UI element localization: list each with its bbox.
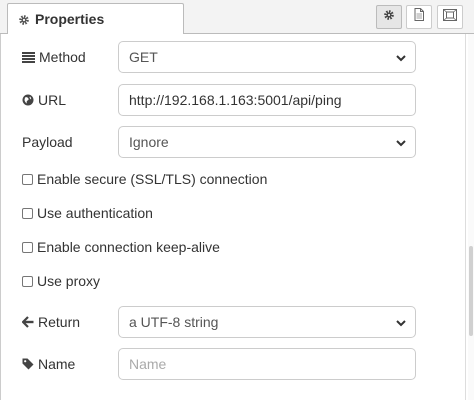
globe-icon — [22, 94, 34, 106]
chevron-down-icon — [395, 316, 407, 332]
scrollbar[interactable] — [468, 34, 474, 400]
payload-label-text: Payload — [22, 134, 73, 150]
proxy-checkbox-row[interactable]: Use proxy — [22, 273, 100, 289]
gear-icon — [383, 8, 395, 26]
tab-bar: Properties — [0, 0, 474, 34]
tab-properties-label: Properties — [35, 11, 105, 27]
document-icon — [414, 8, 424, 26]
authentication-label: Use authentication — [37, 205, 153, 221]
ssl-tls-checkbox-row[interactable]: Enable secure (SSL/TLS) connection — [22, 171, 267, 187]
name-label-text: Name — [38, 356, 76, 372]
url-label-text: URL — [38, 92, 67, 108]
method-value: GET — [129, 49, 158, 65]
ssl-tls-checkbox[interactable] — [22, 173, 33, 185]
proxy-checkbox[interactable] — [22, 275, 33, 287]
method-label-text: Method — [39, 49, 86, 65]
tag-icon — [22, 358, 34, 370]
url-label: URL — [22, 91, 66, 109]
arrow-left-icon — [22, 316, 34, 328]
return-select[interactable]: a UTF-8 string — [118, 306, 416, 338]
authentication-checkbox-row[interactable]: Use authentication — [22, 205, 153, 221]
name-label: Name — [22, 355, 75, 373]
keep-alive-label: Enable connection keep-alive — [37, 239, 220, 255]
name-input[interactable]: Name — [118, 348, 416, 380]
return-label: Return — [22, 313, 80, 331]
method-select[interactable]: GET — [118, 41, 416, 73]
list-icon — [22, 51, 35, 63]
name-placeholder: Name — [129, 356, 167, 372]
return-label-text: Return — [38, 314, 81, 330]
url-input[interactable]: http://192.168.1.163:5001/api/ping — [118, 84, 416, 116]
ssl-tls-label: Enable secure (SSL/TLS) connection — [37, 171, 268, 187]
proxy-label: Use proxy — [37, 273, 101, 289]
tab-properties[interactable]: Properties — [7, 3, 184, 34]
settings-tab-button[interactable] — [376, 5, 402, 29]
keep-alive-checkbox-row[interactable]: Enable connection keep-alive — [22, 239, 220, 255]
payload-value: Ignore — [129, 134, 169, 150]
keep-alive-checkbox[interactable] — [22, 241, 33, 253]
scrollbar-thumb[interactable] — [469, 246, 473, 336]
description-tab-button[interactable] — [406, 5, 432, 29]
frame-icon — [443, 8, 457, 26]
payload-select[interactable]: Ignore — [118, 126, 416, 158]
gear-icon — [18, 13, 30, 25]
chevron-down-icon — [395, 136, 407, 152]
return-value: a UTF-8 string — [129, 314, 219, 330]
payload-label: Payload — [22, 133, 73, 151]
chevron-down-icon — [395, 51, 407, 67]
method-label: Method — [22, 48, 86, 66]
url-value: http://192.168.1.163:5001/api/ping — [129, 92, 342, 108]
appearance-tab-button[interactable] — [437, 5, 463, 29]
authentication-checkbox[interactable] — [22, 207, 33, 219]
